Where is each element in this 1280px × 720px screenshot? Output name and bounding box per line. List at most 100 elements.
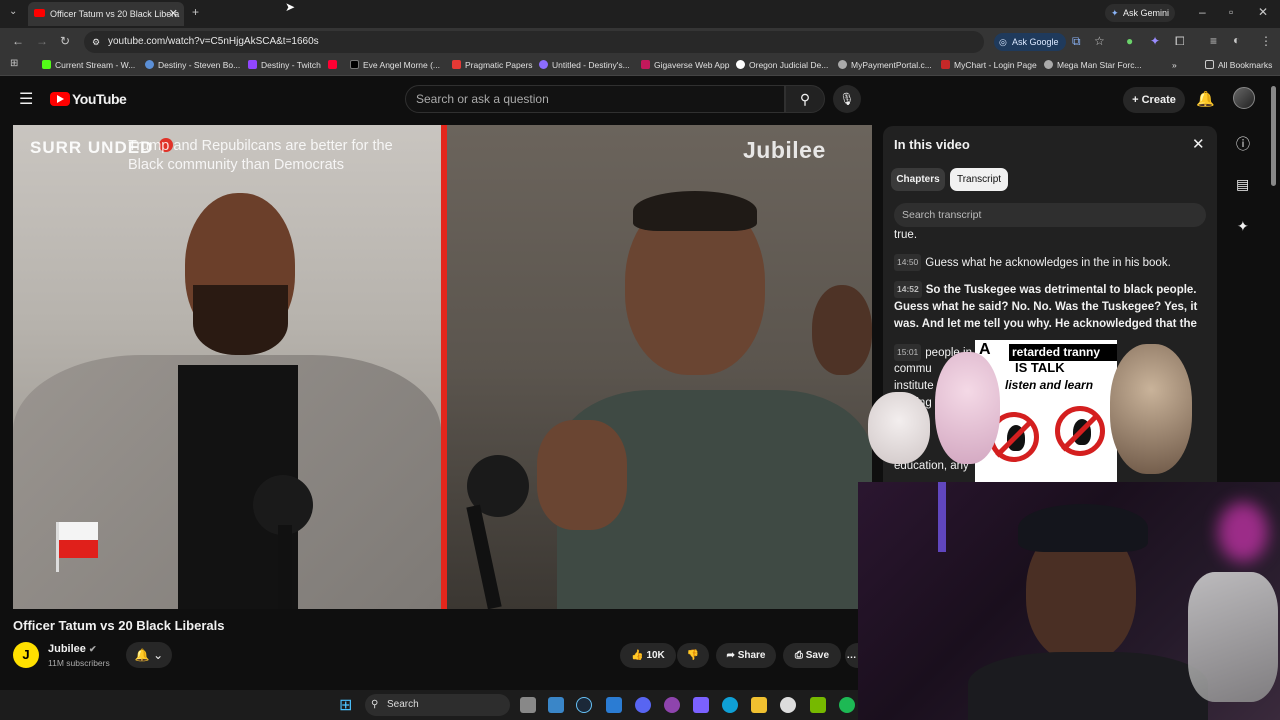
white-dog-sticker [868,392,930,464]
led-light [938,482,946,552]
app-icon[interactable] [693,697,709,713]
timestamp[interactable]: 14:52 [894,281,922,298]
photos-icon[interactable] [606,697,622,713]
bookmark-item[interactable]: Destiny - Steven Bo... [145,60,240,70]
close-icon[interactable]: ✕ [1192,135,1205,153]
transcript-line[interactable]: 14:52 So the Tuskegee was detrimental to … [894,281,1206,333]
subscriber-count: 11M subscribers [48,658,110,668]
avatar[interactable] [1233,87,1255,109]
voice-search-button[interactable]: 🎙 [833,85,861,113]
info-icon[interactable]: ⓘ [1236,134,1250,154]
windows-start-icon[interactable]: ⊞ [339,695,352,715]
forward-icon[interactable]: → [36,34,48,48]
bookmark-favicon-icon [736,60,745,69]
youtube-logo-text[interactable]: YouTube [72,91,127,107]
ask-gemini-button[interactable]: ✦ Ask Gemini [1105,4,1175,22]
search-input[interactable]: Search or ask a question [405,85,785,113]
globe-icon [1044,60,1053,69]
all-bookmarks-button[interactable]: All Bookmarks [1205,60,1272,70]
chevron-down-icon: ⌄ [153,648,164,662]
address-bar[interactable]: ⚙ youtube.com/watch?v=C5nHjgAkSCA&t=1660… [84,31,1066,53]
tab-chapters[interactable]: Chapters [891,168,945,191]
notifications-bell-icon[interactable]: 🔔 [1196,90,1215,108]
mic-stand [278,525,292,609]
sparkle-icon[interactable]: ✦ [1237,218,1249,235]
channel-avatar[interactable]: J [13,642,39,668]
bookmark-item[interactable]: Destiny - Twitch [248,60,321,70]
bookmark-item[interactable]: Eve Angel Morne (... [350,60,440,70]
streamer-body [968,652,1208,720]
hamburger-menu-icon[interactable]: ☰ [19,89,33,109]
ask-google-button[interactable]: ◎ Ask Google [994,33,1066,51]
more-bookmarks-chevron-icon[interactable]: » [1172,60,1177,70]
bell-icon: 🔔 [134,648,150,662]
bookmark-item[interactable] [328,60,341,70]
bookmark-star-icon[interactable]: ☆ [1094,34,1105,48]
profile-icon[interactable]: ◐ [1233,33,1240,47]
new-tab-icon[interactable]: + [192,5,199,19]
youtube-logo-icon[interactable] [50,92,70,106]
search-button[interactable]: ⚲ [785,85,825,113]
thumbs-down-icon: 👎 [686,650,700,661]
reading-list-icon[interactable]: ≡ [1210,34,1217,48]
bookmark-item[interactable]: Mega Man Star Forc... [1044,60,1142,70]
comments-icon[interactable]: ▤ [1236,176,1249,193]
page-scrollbar[interactable] [1271,86,1276,186]
close-window-icon[interactable]: ✕ [1258,5,1268,19]
timestamp[interactable]: 14:50 [894,254,922,271]
bookmark-item[interactable]: MyPaymentPortal.c... [838,60,932,70]
apps-grid-icon[interactable]: ⊞ [10,58,18,69]
share-icon: ➦ [726,650,735,661]
bookmark-item[interactable]: Current Stream - W... [42,60,135,70]
menu-dots-icon[interactable]: ⋮ [1260,34,1272,48]
task-view-icon[interactable] [520,697,536,713]
back-icon[interactable]: ← [12,34,24,48]
bookmark-item[interactable]: Oregon Judicial De... [736,60,828,70]
extension-icon[interactable]: ● [1126,34,1133,48]
bookmark-item[interactable]: Untitled - Destiny's... [539,60,630,70]
spotify-icon[interactable] [839,697,855,713]
subscription-bell-button[interactable]: 🔔 ⌄ [126,642,172,668]
timestamp[interactable]: 15:01 [894,344,922,361]
twitch-favicon-icon [248,60,257,69]
channel-name[interactable]: Jubilee ✔ [48,643,97,655]
bookmark-item[interactable]: Pragmatic Papers [452,60,533,70]
bookmark-item[interactable]: Gigaverse Web App [641,60,729,70]
bookmark-favicon-icon [641,60,650,69]
like-button[interactable]: 👍 10K [620,643,676,668]
browser-tab[interactable]: Officer Tatum vs 20 Black Libera ✕ [28,2,184,26]
transcript-line[interactable]: 14:50 Guess what he acknowledges in the i… [894,254,1206,272]
file-explorer-icon[interactable] [751,697,767,713]
edge-icon[interactable] [722,697,738,713]
nvidia-icon[interactable] [810,697,826,713]
discord-icon[interactable] [635,697,651,713]
tab-list-icon[interactable]: ⌄ [9,6,17,17]
transcript-line[interactable]: true. [894,227,1206,244]
close-tab-icon[interactable]: ✕ [169,2,178,26]
chrome-icon[interactable] [780,697,796,713]
taskbar-search[interactable]: ⚲ Search [365,694,510,716]
video-player[interactable]: SURR UNDED Trump and Repubilcans are bet… [13,125,872,609]
panel-title: In this video [894,137,970,152]
dislike-button[interactable]: 👎 [677,643,709,668]
bookmark-item[interactable]: MyChart - Login Page [941,60,1037,70]
flag-icon [56,522,98,572]
share-button[interactable]: ➦ Share [716,643,776,668]
minimize-icon[interactable]: – [1199,5,1206,19]
app-icon[interactable] [664,697,680,713]
install-icon[interactable]: ⧉ [1072,34,1081,49]
maximize-icon[interactable]: ▫ [1229,5,1233,19]
site-info-icon[interactable]: ⚙ [92,31,100,53]
tab-transcript[interactable]: Transcript [950,168,1008,191]
steam-icon[interactable] [576,697,592,713]
more-actions-button[interactable]: … [845,643,858,668]
transcript-search-input[interactable]: Search transcript [894,203,1206,227]
save-button[interactable]: ⎙ Save [783,643,841,668]
extension-icon[interactable]: ✦ [1150,34,1160,48]
reload-icon[interactable]: ↻ [60,34,70,48]
pink-cat-sticker [935,352,1000,464]
extensions-puzzle-icon[interactable]: ⧠ [1175,34,1185,49]
bookmarks-bar: ⊞ Current Stream - W... Destiny - Steven… [0,56,1280,76]
create-button[interactable]: + Create [1123,87,1185,113]
app-icon[interactable] [548,697,564,713]
